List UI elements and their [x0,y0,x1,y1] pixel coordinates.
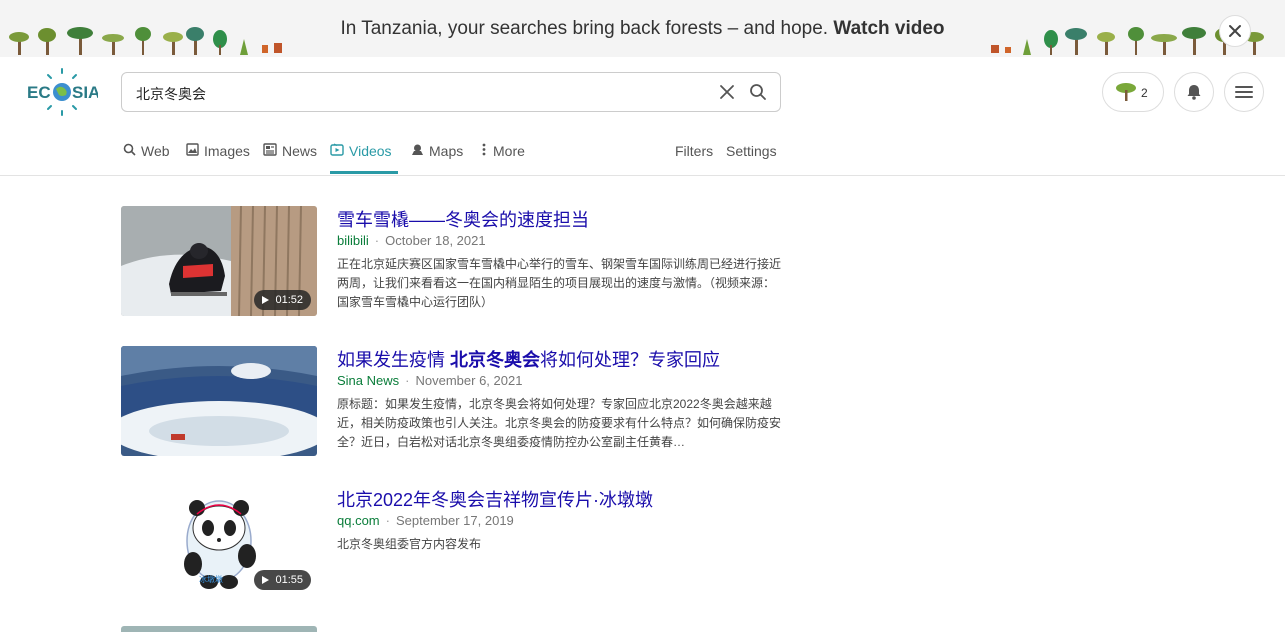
tree-count: 2 [1141,86,1148,100]
video-result: 如果发生疫情 北京冬奥会将如何处理？专家回应 Sina News · Novembe… [121,346,801,456]
tab-label: Videos [349,143,392,159]
separator-dot: · [385,513,390,528]
duration-label: 01:55 [275,574,303,586]
video-result: 01:52 雪车雪橇——冬奥会的速度担当 bilibili · October 18… [121,206,801,316]
divider [0,175,1285,176]
close-banner-button[interactable] [1219,15,1251,47]
tab-images[interactable]: Images [186,140,250,174]
video-thumbnail[interactable] [121,626,317,632]
result-date: October 18, 2021 [385,233,486,248]
svg-text:EC: EC [27,83,51,102]
tree-icon [1116,83,1136,101]
tab-videos[interactable]: Videos [330,140,398,174]
ecosia-logo[interactable]: EC SIA [26,67,98,117]
result-description: 北京冬奥组委官方内容发布 [337,537,482,551]
video-thumbnail[interactable]: 冰墩墩 01:55 [121,486,317,596]
promo-banner: In Tanzania, your searches bring back fo… [0,0,1285,57]
thumbnail-caption: 冰墩墩 [199,575,223,584]
watch-video-link[interactable]: Watch video [833,18,944,39]
video-duration: 01:52 [254,290,311,310]
separator-dot: · [374,233,380,248]
tab-label: More [493,143,525,159]
result-title-link[interactable]: 雪车雪橇——冬奥会的速度担当 [337,206,589,232]
search-input[interactable]: 北京冬奥会 [136,84,206,104]
duration-label: 01:52 [275,294,303,306]
result-title-link[interactable]: 北京2022年冬奥会吉祥物宣传片·冰墩墩 [337,486,653,512]
title-part: 如果发生疫情 [337,350,451,370]
video-thumbnail[interactable] [121,346,317,456]
result-meta: bilibili · October 18, 2021 [337,233,486,248]
search-icon[interactable] [749,83,767,101]
more-vertical-icon [482,143,486,156]
result-title-link[interactable]: 如果发生疫情 北京冬奥会将如何处理？专家回应 [337,346,720,372]
filters-link[interactable]: Filters [675,143,713,159]
tab-maps[interactable]: Maps [411,140,463,174]
result-source: Sina News [337,373,400,388]
main-menu-button[interactable] [1224,72,1264,112]
clear-icon[interactable] [719,84,735,100]
result-date: November 6, 2021 [415,373,523,388]
svg-text:SIA: SIA [72,83,98,102]
play-icon [262,576,270,584]
speed-skating-arena-thumbnail-image [121,346,317,456]
result-description: 正在北京延庆赛区国家雪车雪橇中心举行的雪车、钢架雪车国际训练周已经进行接近两周，… [337,257,782,309]
result-description: 原标题：如果发生疫情，北京冬奥会将如何处理？专家回应北京2022冬奥会越来越近，… [337,397,782,449]
image-icon [186,143,199,156]
result-meta: qq.com · September 17, 2019 [337,513,514,528]
video-result: 冰墩墩 01:55 北京2022年冬奥会吉祥物宣传片·冰墩墩 qq.com · Se… [121,486,801,596]
notifications-button[interactable] [1174,72,1214,112]
result-date: September 17, 2019 [395,513,514,528]
search-box[interactable]: 北京冬奥会 [121,72,781,112]
tab-label: Web [141,143,170,159]
play-icon [262,296,270,304]
result-meta: Sina News · November 6, 2021 [337,373,522,388]
tab-label: Maps [429,143,464,159]
hamburger-icon [1235,86,1253,98]
tab-web[interactable]: Web [123,140,170,174]
search-tabs: Web Images News Videos Maps More [0,140,1285,176]
separator-dot: · [405,373,410,388]
active-tab-indicator [330,171,398,174]
news-icon [263,143,277,156]
title-highlight: 北京冬奥会 [450,350,541,370]
settings-link[interactable]: Settings [726,143,777,159]
result-source: qq.com [337,513,380,528]
tree-counter-button[interactable]: 2 [1102,72,1164,112]
video-duration: 01:55 [254,570,311,590]
map-pin-icon [412,144,423,155]
title-part: 将如何处理？专家回应 [540,350,721,370]
banner-message: In Tanzania, your searches bring back fo… [340,18,829,39]
bell-icon [1187,85,1201,100]
tab-label: Images [204,143,250,159]
search-icon [123,143,136,156]
video-thumbnail[interactable]: 01:52 [121,206,317,316]
close-icon [1229,25,1241,37]
tab-news[interactable]: News [263,140,317,174]
result-source: bilibili [337,233,369,248]
video-icon [330,143,344,156]
tab-more[interactable]: More [480,140,525,174]
tab-label: News [282,143,318,159]
